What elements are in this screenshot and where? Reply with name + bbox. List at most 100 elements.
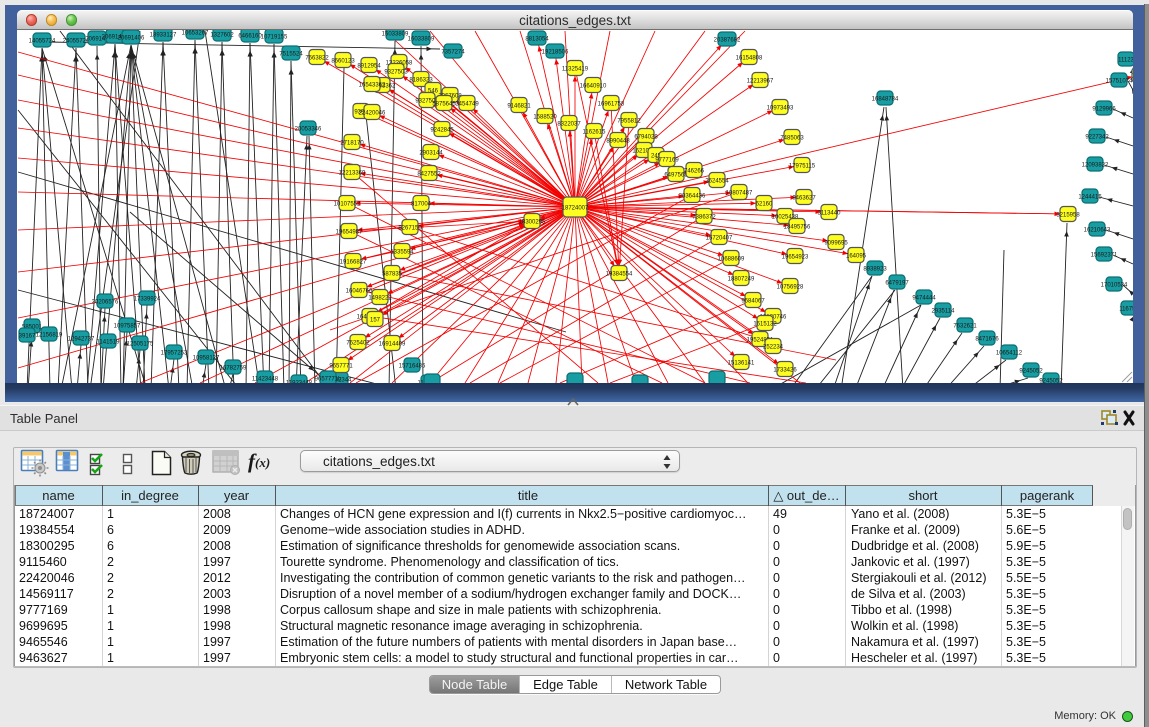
svg-text:10654112: 10654112 — [996, 350, 1023, 356]
svg-text:6794028: 6794028 — [634, 134, 658, 140]
svg-text:1141519: 1141519 — [97, 339, 121, 345]
svg-text:17975115: 17975115 — [789, 163, 816, 169]
svg-text:1327602: 1327602 — [210, 32, 234, 38]
svg-text:12942737: 12942737 — [68, 336, 95, 342]
svg-text:12156819: 12156819 — [36, 332, 63, 338]
svg-text:7955812: 7955812 — [617, 118, 641, 124]
svg-text:19384554: 19384554 — [606, 271, 633, 277]
svg-text:7515524: 7515524 — [279, 51, 303, 57]
svg-text:1498222: 1498222 — [368, 295, 392, 301]
svg-text:18724007: 18724007 — [562, 205, 589, 211]
svg-text:8912954: 8912954 — [357, 63, 381, 69]
svg-text:20691406: 20691406 — [118, 35, 145, 41]
svg-text:1615132: 1615132 — [753, 321, 777, 327]
svg-text:7663822: 7663822 — [305, 55, 329, 61]
svg-text:1733426: 1733426 — [773, 367, 797, 373]
svg-text:10688609: 10688609 — [718, 256, 745, 262]
svg-text:12505175: 12505175 — [127, 341, 154, 347]
svg-text:15716485: 15716485 — [399, 363, 426, 369]
svg-text:16154808: 16154808 — [736, 55, 763, 61]
svg-text:817004: 817004 — [411, 201, 432, 207]
svg-text:7386372: 7386372 — [692, 214, 716, 220]
svg-text:157: 157 — [370, 317, 381, 323]
svg-text:18807249: 18807249 — [728, 276, 755, 282]
svg-text:10756928: 10756928 — [777, 284, 804, 290]
svg-text:17957253: 17957253 — [161, 350, 188, 356]
svg-text:16640910: 16640910 — [580, 83, 607, 89]
svg-text:16782759: 16782759 — [220, 365, 247, 371]
svg-text:19166827: 19166827 — [340, 259, 367, 265]
svg-text:3624554: 3624554 — [705, 178, 729, 184]
svg-text:20053346: 20053346 — [295, 126, 322, 132]
svg-text:9227342: 9227342 — [1085, 134, 1109, 140]
svg-text:16033809: 16033809 — [382, 31, 409, 37]
svg-text:1244415: 1244415 — [1078, 194, 1102, 200]
svg-text:9245052: 9245052 — [1019, 368, 1043, 374]
svg-text:6466160: 6466160 — [238, 33, 262, 39]
svg-text:(x): (x) — [255, 455, 270, 470]
svg-text:2935114: 2935114 — [932, 308, 956, 314]
svg-text:7632621: 7632621 — [953, 323, 977, 329]
svg-text:2903144: 2903144 — [419, 150, 443, 156]
svg-text:16046766: 16046766 — [346, 288, 373, 294]
svg-text:17339924: 17339924 — [134, 296, 161, 302]
svg-text:116753: 116753 — [1119, 306, 1133, 312]
svg-text:10807487: 10807487 — [726, 190, 753, 196]
svg-text:19654987: 19654987 — [336, 229, 363, 235]
svg-text:10107552: 10107552 — [334, 201, 361, 207]
svg-text:3113440: 3113440 — [818, 210, 842, 216]
svg-text:20387682: 20387682 — [714, 37, 741, 43]
svg-text:10958127: 10958127 — [193, 355, 220, 361]
svg-text:6479197: 6479197 — [885, 280, 909, 286]
svg-text:8267150: 8267150 — [398, 225, 422, 231]
svg-text:16961758: 16961758 — [598, 101, 625, 107]
svg-text:17010534: 17010534 — [1101, 282, 1128, 288]
svg-text:10975857: 10975857 — [114, 323, 141, 329]
svg-text:7485063: 7485063 — [780, 135, 804, 141]
svg-text:16914409: 16914409 — [379, 341, 406, 347]
svg-text:16210643: 16210643 — [1084, 227, 1111, 233]
svg-text:18933127: 18933127 — [150, 32, 177, 38]
svg-text:9777169: 9777169 — [655, 157, 679, 163]
svg-text:1335594: 1335594 — [390, 249, 414, 255]
svg-text:7625402: 7625402 — [346, 340, 370, 346]
svg-text:8471676: 8471676 — [975, 336, 999, 342]
svg-text:15136141: 15136141 — [728, 360, 755, 366]
svg-text:587835: 587835 — [382, 271, 403, 277]
svg-text:22420046: 22420046 — [359, 110, 386, 116]
svg-text:9657771b: 9657771b — [315, 376, 342, 382]
svg-text:2718170: 2718170 — [340, 140, 364, 146]
svg-text:8427552: 8427552 — [417, 171, 441, 177]
svg-text:1162615: 1162615 — [583, 129, 607, 135]
svg-text:11923448: 11923448 — [286, 380, 313, 383]
svg-text:9684067: 9684067 — [741, 298, 765, 304]
svg-text:12213369: 12213369 — [339, 170, 366, 176]
svg-text:62160: 62160 — [756, 201, 773, 207]
svg-text:16543362: 16543362 — [359, 82, 386, 88]
svg-text:39167: 39167 — [19, 333, 36, 339]
svg-text:10653267: 10653267 — [182, 30, 209, 36]
svg-text:19654923: 19654923 — [782, 254, 809, 260]
svg-text:8322037: 8322037 — [557, 121, 581, 127]
svg-text:746266: 746266 — [684, 168, 705, 174]
svg-text:3215958: 3215958 — [1056, 212, 1080, 218]
svg-text:9099695: 9099695 — [824, 240, 848, 246]
svg-text:8813054: 8813054 — [525, 36, 549, 42]
svg-text:15751074: 15751074 — [1106, 78, 1133, 84]
svg-text:9327503: 9327503 — [384, 69, 408, 75]
svg-text:14055724: 14055724 — [29, 38, 56, 44]
svg-text:164095: 164095 — [846, 253, 867, 259]
svg-text:11325419: 11325419 — [562, 66, 589, 72]
svg-text:16848784: 16848784 — [872, 96, 899, 102]
svg-text:9474444: 9474444 — [912, 295, 936, 301]
svg-text:9242845: 9242845 — [430, 127, 454, 133]
svg-text:12093822: 12093822 — [1082, 162, 1109, 168]
svg-text:9129966: 9129966 — [1092, 106, 1116, 112]
svg-text:9657771: 9657771 — [329, 363, 353, 369]
svg-text:15720407: 15720407 — [706, 235, 733, 241]
svg-text:19218506: 19218506 — [542, 49, 569, 55]
svg-text:5875645: 5875645 — [432, 101, 456, 107]
svg-text:8938923: 8938923 — [863, 266, 887, 272]
svg-text:7357274: 7357274 — [441, 49, 465, 55]
svg-text:18300295: 18300295 — [519, 219, 546, 225]
